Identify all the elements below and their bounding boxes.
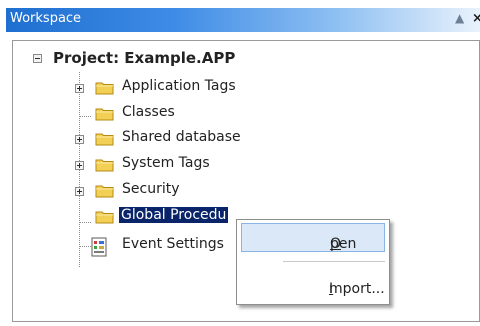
pin-icon[interactable]: ▲: [455, 11, 464, 25]
expand-toggle-icon[interactable]: [75, 161, 84, 170]
tree-connector-line: [79, 222, 91, 223]
window-title: Workspace: [10, 11, 82, 26]
workspace-window: Workspace ▲ × Project: Example.APP Appli…: [0, 0, 480, 326]
tree-item-global-procedures[interactable]: Global Procedu: [119, 207, 229, 223]
folder-icon: [95, 185, 114, 198]
expand-toggle-icon[interactable]: [75, 84, 84, 93]
folder-icon: [95, 211, 114, 224]
tree-root-project[interactable]: Project: Example.APP: [53, 49, 235, 67]
title-bar[interactable]: Workspace ▲ ×: [6, 8, 480, 32]
collapse-toggle-icon[interactable]: [33, 54, 42, 63]
folder-icon: [95, 133, 114, 146]
tree-connector-line: [79, 116, 91, 117]
menu-separator: [283, 261, 385, 262]
close-icon[interactable]: ×: [472, 11, 480, 26]
expand-toggle-icon[interactable]: [75, 187, 84, 196]
tree-item-security[interactable]: Security: [122, 181, 180, 197]
context-menu: Open Import...: [236, 219, 390, 305]
tree-connector-line: [79, 246, 91, 247]
folder-icon: [95, 108, 114, 121]
folder-icon: [95, 82, 114, 95]
tree-item-classes[interactable]: Classes: [122, 104, 175, 120]
tree-item-event-settings[interactable]: Event Settings: [122, 236, 224, 252]
menu-item-label: pen: [330, 236, 357, 252]
menu-item-open[interactable]: Open: [241, 223, 385, 252]
folder-icon: [95, 159, 114, 172]
menu-item-import[interactable]: Import...: [241, 269, 385, 298]
tree-item-shared-database[interactable]: Shared database: [122, 129, 241, 145]
event-settings-icon: [91, 237, 107, 257]
tree-item-system-tags[interactable]: System Tags: [122, 155, 210, 171]
tree-item-application-tags[interactable]: Application Tags: [122, 78, 236, 94]
menu-item-label: mport...: [329, 281, 385, 297]
expand-toggle-icon[interactable]: [75, 135, 84, 144]
